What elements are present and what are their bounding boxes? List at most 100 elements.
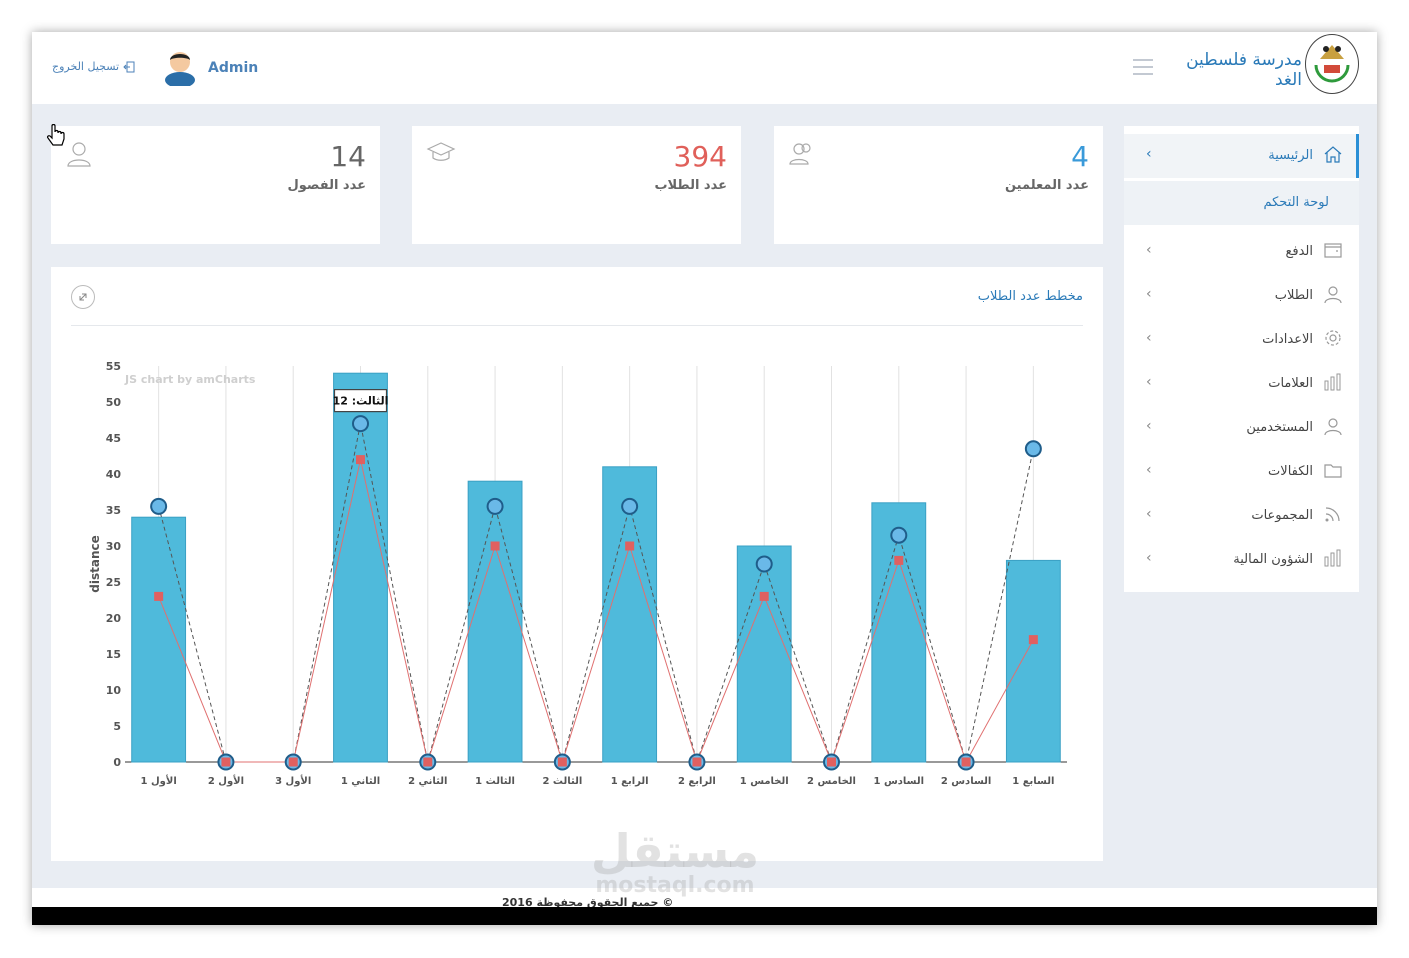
- sidebar-item-users[interactable]: المستخدمين ‹: [1124, 406, 1359, 450]
- chart-watermark: JS chart by amCharts: [124, 373, 256, 386]
- panel-divider: [71, 325, 1083, 326]
- stat-card-teachers: 4 عدد المعلمين: [774, 126, 1103, 244]
- x-tick-label: الثالث 2: [542, 776, 582, 787]
- sidebar-item-label: الرئيسية: [1268, 148, 1313, 163]
- sidebar-item-home[interactable]: الرئيسية ‹: [1124, 134, 1359, 178]
- sidebar-item-label: العلامات: [1268, 376, 1313, 391]
- bar-chart-icon: [1324, 549, 1341, 567]
- logout-link[interactable]: تسجيل الخروج: [52, 60, 135, 73]
- graduation-cap-icon: [426, 142, 456, 161]
- sidebar-item-label: الطلاب: [1274, 288, 1313, 303]
- series-point-circle: [755, 555, 773, 573]
- user-name[interactable]: Admin: [208, 60, 258, 76]
- expand-button[interactable]: [71, 285, 95, 309]
- school-logo: [1305, 34, 1359, 94]
- bar: [1005, 559, 1061, 763]
- x-tick-label: الخامس 2: [807, 776, 856, 787]
- chevron-left-icon: ‹: [1146, 418, 1152, 434]
- series-point-circle: [1024, 440, 1042, 458]
- chevron-left-icon: ‹: [1146, 330, 1152, 346]
- watermark-arabic: مستقل: [590, 824, 760, 878]
- stat-card-classes: 14 عدد الفصول: [51, 126, 380, 244]
- x-tick-label: الأول 2: [208, 774, 244, 787]
- chevron-left-icon: ‹: [1146, 374, 1152, 390]
- series-point-square: [692, 757, 702, 767]
- menu-toggle-icon[interactable]: [1133, 59, 1153, 75]
- sidebar-item-groups[interactable]: المجموعات ‹: [1124, 494, 1359, 538]
- y-axis-label: distance: [88, 535, 102, 592]
- series-point-circle: [486, 497, 504, 515]
- user-icon: [1324, 286, 1342, 304]
- y-tick-label: 45: [106, 432, 121, 445]
- bar: [736, 545, 792, 763]
- y-tick-label: 25: [106, 576, 121, 589]
- bar: [467, 480, 523, 763]
- sidebar-item-payment[interactable]: الدفع ‹: [1124, 230, 1359, 274]
- teachers-count: 4: [1071, 140, 1089, 173]
- y-tick-label: 15: [106, 648, 121, 661]
- students-count: 394: [673, 140, 727, 173]
- students-label: عدد الطلاب: [654, 178, 727, 193]
- sidebar-item-label: الشؤون المالية: [1233, 552, 1313, 567]
- chevron-left-icon: ‹: [1146, 506, 1152, 522]
- sidebar: الرئيسية ‹ لوحة التحكم الدفع ‹ الطلاب ‹ …: [1124, 126, 1359, 592]
- series-point-square: [221, 757, 231, 767]
- chevron-left-icon: ‹: [1146, 242, 1152, 258]
- series-point-square: [557, 757, 567, 767]
- chevron-left-icon: ‹: [1146, 550, 1152, 566]
- sidebar-item-sponsorships[interactable]: الكفالات ‹: [1124, 450, 1359, 494]
- stat-card-students: 394 عدد الطلاب: [412, 126, 741, 244]
- users-icon: [789, 143, 811, 165]
- home-icon: [1324, 146, 1342, 163]
- y-tick-label: 55: [106, 360, 121, 373]
- avatar[interactable]: [162, 46, 198, 88]
- series-point-square: [827, 757, 836, 767]
- chevron-left-icon: ‹: [1146, 286, 1152, 302]
- sidebar-subitem-dashboard[interactable]: لوحة التحكم: [1124, 181, 1359, 225]
- x-tick-label: السابع 1: [1012, 776, 1054, 787]
- series-point-circle: [150, 497, 168, 515]
- sidebar-item-settings[interactable]: الاعدادات ‹: [1124, 318, 1359, 362]
- y-tick-label: 40: [106, 468, 122, 481]
- rss-icon: [1325, 507, 1340, 522]
- classes-count: 14: [330, 140, 366, 173]
- chart-panel: مخطط عدد الطلاب 0 5 10 15 20 25 30 35 40 45 50 55 di…: [51, 267, 1103, 861]
- bar-chart-icon: [1324, 373, 1341, 391]
- series-point-square: [423, 757, 433, 767]
- series-point-square: [625, 541, 635, 551]
- x-tick-label: الأول 1: [141, 774, 177, 787]
- x-tick-label: السادس 2: [941, 776, 992, 787]
- teachers-label: عدد المعلمين: [1004, 178, 1089, 193]
- sidebar-item-students[interactable]: الطلاب ‹: [1124, 274, 1359, 318]
- y-tick-label: 0: [113, 756, 121, 769]
- series-point-square: [490, 541, 500, 551]
- series-point-circle: [890, 526, 908, 544]
- sidebar-item-label: الكفالات: [1268, 464, 1313, 479]
- tooltip-text: الثالث: 12: [333, 395, 389, 408]
- gear-icon: [1325, 330, 1341, 346]
- classes-label: عدد الفصول: [287, 178, 366, 193]
- y-tick-label: 10: [106, 684, 122, 697]
- expand-icon: [79, 293, 87, 301]
- x-tick-label: الخامس 1: [740, 776, 789, 787]
- bar: [131, 516, 187, 763]
- wallet-icon: [1324, 243, 1342, 258]
- y-tick-label: 35: [106, 504, 121, 517]
- x-tick-label: الأول 3: [275, 774, 311, 787]
- cursor-hand-icon: [47, 124, 65, 146]
- sidebar-item-label: الدفع: [1285, 244, 1313, 259]
- y-tick-label: 5: [113, 720, 121, 733]
- mostaql-watermark: مستقل mostaql.com: [585, 828, 765, 898]
- students-chart[interactable]: 0 5 10 15 20 25 30 35 40 45 50 55 distance JS chart b…: [51, 327, 1103, 887]
- sidebar-item-grades[interactable]: العلامات ‹: [1124, 362, 1359, 406]
- panel-title: مخطط عدد الطلاب: [977, 289, 1083, 304]
- sidebar-item-label: المجموعات: [1251, 508, 1313, 523]
- series-point-circle: [621, 497, 639, 515]
- sidebar-item-finance[interactable]: الشؤون المالية ‹: [1124, 538, 1359, 582]
- chevron-left-icon: ‹: [1146, 462, 1152, 478]
- watermark-latin: mostaql.com: [595, 873, 755, 898]
- x-tick-label: السادس 1: [874, 776, 925, 787]
- folder-icon: [1324, 464, 1342, 478]
- logout-icon: [123, 61, 135, 72]
- logout-label: تسجيل الخروج: [52, 60, 120, 73]
